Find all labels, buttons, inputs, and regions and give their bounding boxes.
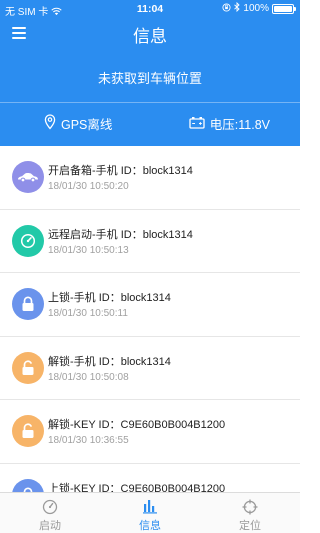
message-item[interactable]: 远程启动-手机 ID：block1314 18/01/30 10:50:13 [0, 210, 300, 273]
location-pin-icon [44, 114, 56, 133]
speedometer-icon [42, 498, 58, 515]
orientation-lock-icon [222, 2, 231, 15]
lock-icon [12, 288, 44, 320]
message-item[interactable]: 解锁-手机 ID：block1314 18/01/30 10:50:08 [0, 337, 300, 400]
tab-2[interactable]: 定位 [200, 493, 300, 533]
message-item[interactable]: 解锁-KEY ID：C9E60B0B004B1200 18/01/30 10:36… [0, 400, 300, 464]
tab-1[interactable]: 信息 [100, 493, 200, 533]
gps-label: GPS离线 [61, 118, 113, 132]
voltage-status: 电压:11.8V [189, 114, 270, 133]
message-title: 上锁-手机 ID：block1314 [48, 292, 171, 304]
header: 无 SIM 卡 11:04 100% 信息 未获取到车辆位置 GPS离线 电压:… [0, 0, 300, 146]
gauge-icon [12, 224, 44, 257]
message-title: 上锁-KEY ID：C9E60B0B004B1200 [48, 482, 226, 493]
header-divider [0, 102, 300, 103]
battery-icon [272, 3, 296, 14]
message-list[interactable]: 开启备箱-手机 ID：block1314 18/01/30 10:50:20 远程启… [0, 146, 300, 492]
message-title: 远程启动-手机 ID：block1314 [48, 228, 193, 241]
message-item[interactable]: 上锁-KEY ID：C9E60B0B004B120018/01/30 10:36… [0, 464, 300, 493]
message-item[interactable]: 上锁-手机 ID：block1314 18/01/30 10:50:11 [0, 273, 300, 337]
message-time: 18/01/30 10:50:08 [48, 371, 129, 383]
tab-0[interactable]: 启动 [0, 493, 100, 533]
vehicle-location-status: 未获取到车辆位置 [97, 71, 202, 86]
car-battery-icon [189, 116, 205, 132]
unlock-icon [12, 415, 44, 447]
message-time: 18/01/30 10:36:55 [48, 435, 129, 446]
bar-chart-icon [142, 498, 158, 515]
message-time: 18/01/30 10:50:20 [48, 181, 129, 192]
gps-status: GPS离线 [44, 114, 112, 133]
status-right: 100% [222, 1, 296, 15]
car-icon [12, 161, 44, 193]
message-time: 18/01/30 10:50:13 [48, 244, 129, 256]
crosshair-icon [242, 498, 258, 515]
page-title: 信息 [133, 27, 167, 46]
message-time: 18/01/30 10:50:11 [48, 308, 128, 319]
message-title: 开启备箱-手机 ID：block1314 [48, 165, 193, 177]
lock-icon [12, 478, 44, 492]
message-item[interactable]: 开启备箱-手机 ID：block1314 18/01/30 10:50:20 [0, 146, 300, 210]
unlock-icon [12, 351, 44, 384]
voltage-label: 电压:11.8V [209, 118, 270, 132]
tab-label: 定位 [239, 520, 261, 532]
tab-label: 信息 [139, 520, 161, 532]
status-bar: 无 SIM 卡 11:04 100% [0, 0, 300, 18]
tab-bar: 启动 信息 定位 [0, 492, 300, 533]
tab-label: 启动 [39, 520, 61, 532]
battery-level [274, 5, 292, 12]
battery-percent: 100% [243, 3, 269, 14]
bluetooth-icon [234, 1, 241, 15]
message-title: 解锁-KEY ID：C9E60B0B004B1200 [48, 419, 226, 431]
message-title: 解锁-手机 ID：block1314 [48, 355, 171, 368]
